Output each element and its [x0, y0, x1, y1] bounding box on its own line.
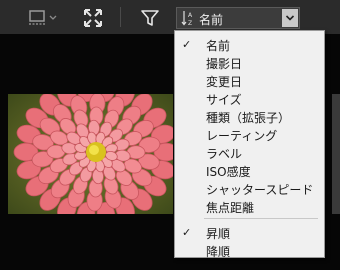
sort-select[interactable]: A Z 名前 [176, 7, 300, 29]
menu-item-sort-label[interactable]: ラベル [175, 143, 324, 161]
sort-value: 名前 [199, 13, 224, 27]
menu-item-sort-shutter-speed[interactable]: シャッタースピード [175, 179, 324, 197]
dahlia-flower-image [8, 94, 173, 214]
svg-text:Z: Z [188, 20, 192, 26]
grid-view-icon [29, 10, 57, 25]
menu-item-sort-modified-date[interactable]: 変更日 [175, 71, 324, 89]
filter-button[interactable] [140, 7, 160, 29]
menu-item-sort-size[interactable]: サイズ [175, 89, 324, 107]
menu-item-sort-rating[interactable]: レーティング [175, 125, 324, 143]
sort-dropdown-button[interactable] [282, 9, 298, 27]
fit-to-screen-icon [84, 9, 102, 27]
check-icon: ✓ [182, 38, 192, 51]
menu-item-sort-focal-length[interactable]: 焦点距離 [175, 197, 324, 215]
toolbar: A Z 名前 [0, 0, 340, 34]
menu-item-sort-name[interactable]: ✓ 名前 [175, 35, 324, 53]
menu-item-order-descending[interactable]: 降順 [175, 241, 324, 259]
menu-item-sort-type[interactable]: 種類（拡張子） [175, 107, 324, 125]
sort-dropdown-menu: ✓ 名前 撮影日 変更日 サイズ 種類（拡張子） レーティング ラベル ISO感… [174, 30, 325, 259]
menu-item-sort-iso[interactable]: ISO感度 [175, 161, 324, 179]
menu-item-sort-capture-date[interactable]: 撮影日 [175, 53, 324, 71]
menu-separator [204, 218, 318, 219]
next-thumbnail-edge [332, 94, 340, 214]
fit-to-screen-button[interactable] [82, 7, 104, 29]
menu-item-order-ascending[interactable]: ✓ 昇順 [175, 223, 324, 241]
svg-text:A: A [188, 12, 193, 19]
filter-funnel-icon [141, 10, 159, 26]
toolbar-separator [120, 7, 121, 27]
sort-az-icon: A Z [181, 11, 193, 26]
grid-view-button[interactable] [20, 7, 60, 29]
check-icon: ✓ [182, 226, 192, 239]
photo-thumbnail[interactable] [8, 94, 173, 214]
chevron-down-icon [285, 15, 295, 21]
